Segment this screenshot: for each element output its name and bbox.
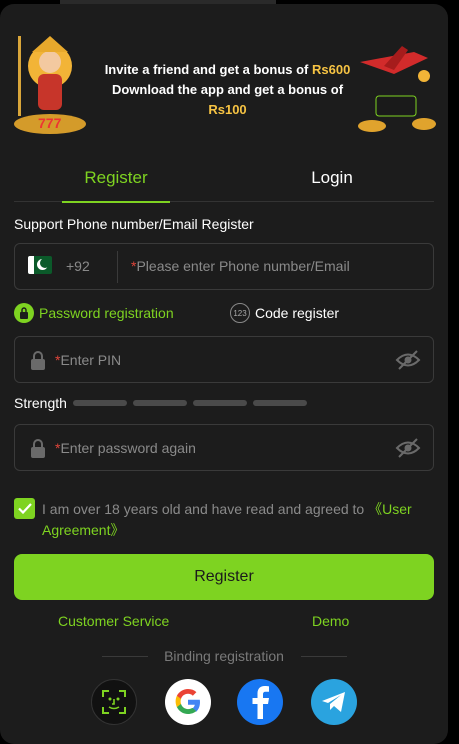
phone-email-input[interactable]: *Please enter Phone number/Email [131, 258, 350, 274]
agreement-text: I am over 18 years old and have read and… [42, 501, 412, 538]
tab-register[interactable]: Register [62, 154, 170, 203]
divider-line [301, 656, 347, 657]
pin-field[interactable]: *Enter PIN [14, 336, 434, 383]
binding-registration-label: Binding registration [164, 648, 284, 664]
goddess-illustration: 777 [14, 36, 86, 134]
section-label: Support Phone number/Email Register [14, 216, 254, 232]
confirm-password-input[interactable]: *Enter password again [55, 440, 196, 456]
registration-methods: Password registration 123 Code register [14, 302, 434, 324]
lock-icon [14, 303, 34, 323]
strength-bar [252, 400, 307, 406]
customer-service-link[interactable]: Customer Service [58, 613, 169, 629]
pakistan-flag-icon[interactable] [28, 256, 52, 274]
tab-login[interactable]: Login [284, 154, 380, 202]
strength-bar [132, 400, 187, 406]
field-divider [117, 251, 118, 283]
eye-closed-icon[interactable] [395, 349, 421, 371]
banner-line-1: Invite a friend and get a bonus of Rs600 [104, 62, 351, 77]
strength-bar [192, 400, 247, 406]
strength-bar [72, 400, 127, 406]
pin-input[interactable]: *Enter PIN [55, 352, 121, 368]
telegram-icon[interactable] [311, 679, 357, 725]
register-button[interactable]: Register [14, 554, 434, 600]
invite-bonus-amount: Rs600 [311, 62, 351, 77]
code-register-option[interactable]: 123 Code register [230, 302, 339, 324]
strength-label: Strength [14, 395, 67, 411]
agreement-checkbox[interactable] [14, 498, 35, 519]
svg-text:777: 777 [38, 115, 62, 131]
lock-icon [31, 351, 45, 370]
google-icon[interactable] [165, 679, 211, 725]
password-registration-option[interactable]: Password registration [14, 302, 174, 324]
airplane-illustration [358, 46, 436, 132]
facebook-icon[interactable] [237, 679, 283, 725]
lock-icon [31, 439, 45, 458]
promo-banner: 777 Invite a friend and get a bonus of R… [0, 4, 448, 140]
eye-closed-icon[interactable] [395, 437, 421, 459]
download-bonus-amount: Rs100 [208, 102, 247, 117]
country-code[interactable]: +92 [66, 258, 90, 274]
face-id-icon[interactable] [91, 679, 137, 725]
demo-link[interactable]: Demo [312, 613, 349, 629]
confirm-password-field[interactable]: *Enter password again [14, 424, 434, 471]
register-modal: 777 Invite a friend and get a bonus of R… [0, 4, 448, 744]
numeric-code-icon: 123 [230, 303, 250, 323]
checkmark-icon [17, 503, 32, 514]
auth-tabs: Register Login [14, 154, 434, 203]
banner-line-2: Download the app and get a bonus of Rs10… [111, 82, 344, 117]
password-strength: Strength [14, 394, 313, 412]
banner-text: Invite a friend and get a bonus of Rs600… [95, 60, 360, 120]
phone-email-field: +92 *Please enter Phone number/Email [14, 243, 434, 290]
